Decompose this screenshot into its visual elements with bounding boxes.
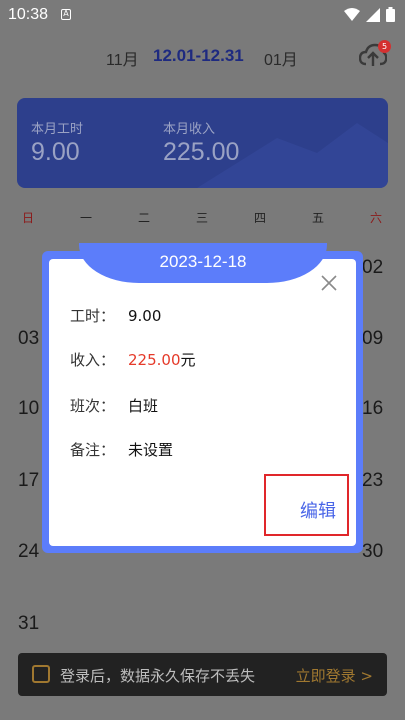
close-icon[interactable]: [318, 272, 340, 294]
month-navigation: 11月 12.01-12.31 01月: [0, 44, 405, 70]
calendar-day[interactable]: 10: [18, 398, 39, 420]
note-label: 备注：: [70, 441, 116, 459]
weekday-sun: 日: [21, 211, 34, 225]
prev-month-button[interactable]: 11月: [106, 46, 139, 70]
calendar-day[interactable]: 17: [18, 470, 39, 492]
calendar-day[interactable]: 31: [18, 613, 39, 635]
calendar-day[interactable]: 24: [18, 541, 39, 563]
signal-icon: [366, 7, 380, 22]
login-now-button[interactable]: 立即登录 >: [296, 665, 373, 686]
dialog-hours-row: 工时： 9.00: [70, 305, 161, 326]
calendar-day[interactable]: 16: [362, 398, 383, 420]
weekday-thu: 四: [253, 211, 266, 225]
login-banner[interactable]: 登录后，数据永久保存不丢失 立即登录 >: [18, 653, 387, 696]
monthly-summary-card: 本月工时 9.00 本月收入 225.00: [17, 98, 388, 188]
next-month-button[interactable]: 01月: [264, 46, 298, 70]
monthly-hours-value: 9.00: [31, 138, 80, 166]
dialog-shift-row: 班次： 白班: [70, 395, 158, 416]
edit-button[interactable]: 编辑: [300, 497, 336, 523]
income-value: 225.00: [128, 351, 181, 369]
shift-label: 班次：: [70, 397, 116, 415]
wifi-icon: [344, 7, 360, 21]
sync-badge: 5: [378, 40, 391, 53]
login-banner-text: 登录后，数据永久保存不丢失: [60, 667, 256, 685]
calendar-day[interactable]: 02: [362, 257, 383, 279]
weekday-wed: 三: [195, 211, 208, 225]
income-label: 收入：: [70, 351, 116, 369]
calendar-day[interactable]: 03: [18, 328, 39, 350]
weekday-sat: 六: [369, 211, 382, 225]
notification-a-icon: A: [61, 9, 71, 20]
battery-icon: [386, 7, 395, 22]
lock-icon: [32, 665, 50, 683]
status-bar: 10:38 A: [0, 0, 405, 30]
calendar-day[interactable]: 23: [362, 470, 383, 492]
dialog-income-row: 收入： 225.00元: [70, 349, 196, 370]
status-time: 10:38: [8, 6, 49, 23]
calendar-day[interactable]: 30: [362, 541, 383, 563]
monthly-income-label: 本月收入: [163, 122, 216, 137]
hours-value: 9.00: [128, 307, 162, 325]
hours-label: 工时：: [70, 307, 116, 325]
dialog-note-row: 备注： 未设置: [70, 439, 173, 460]
weekday-fri: 五: [311, 211, 324, 225]
monthly-hours-label: 本月工时: [31, 122, 84, 137]
dialog-date: 2023-12-18: [159, 252, 247, 271]
monthly-income-value: 225.00: [163, 138, 240, 166]
weekday-tue: 二: [137, 211, 150, 225]
weekday-header: 日 一 二 三 四 五 六: [0, 209, 405, 227]
note-value: 未设置: [128, 441, 174, 459]
weekday-mon: 一: [79, 211, 92, 225]
calendar-day[interactable]: 09: [362, 328, 383, 350]
income-unit: 元: [180, 351, 196, 369]
current-month-range: 12.01-12.31: [153, 46, 244, 65]
shift-value: 白班: [128, 397, 159, 415]
